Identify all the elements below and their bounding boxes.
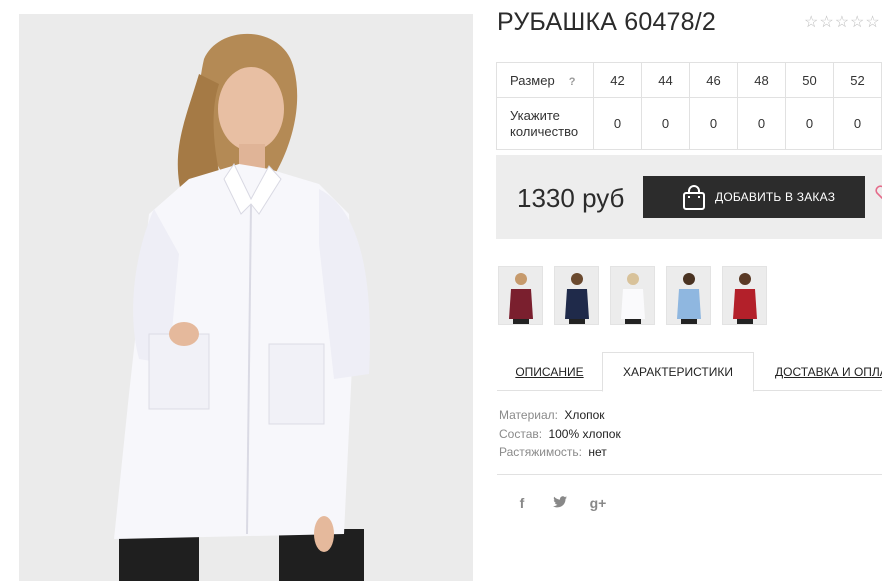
quantity-input[interactable]: 0 (593, 97, 642, 150)
quantity-input[interactable]: 0 (689, 97, 738, 150)
add-to-order-label: ДОБАВИТЬ В ЗАКАЗ (715, 190, 836, 204)
twitter-icon[interactable] (550, 495, 570, 511)
tab-delivery[interactable]: ДОСТАВКА И ОПЛАТА (754, 352, 882, 391)
price-box: 1330 руб ДОБАВИТЬ В ЗАКАЗ (496, 155, 882, 239)
color-thumbnails (498, 266, 767, 325)
spec-value: нет (588, 445, 607, 459)
quantity-input[interactable]: 0 (785, 97, 834, 150)
divider (497, 474, 882, 475)
size-cell: 44 (641, 62, 690, 98)
spec-value: Хлопок (564, 408, 605, 422)
rating-stars[interactable]: ☆ ☆ ☆ ☆ ☆ (804, 14, 880, 31)
thumbnail-burgundy[interactable] (498, 266, 543, 325)
spec-key: Растяжимость: (499, 445, 583, 459)
star-icon[interactable]: ☆ (835, 14, 849, 31)
thumbnail-white[interactable] (610, 266, 655, 325)
tab-characteristics[interactable]: ХАРАКТЕРИСТИКИ (602, 352, 754, 392)
social-share: f g+ (512, 495, 608, 511)
spec-row: Состав: 100% хлопок (499, 425, 621, 444)
spec-key: Материал: (499, 408, 558, 422)
facebook-icon[interactable]: f (512, 495, 532, 511)
quantity-label: Укажите количество (496, 97, 594, 150)
size-cell: 52 (833, 62, 882, 98)
heart-icon[interactable] (874, 183, 882, 203)
product-title: РУБАШКА 60478/2 (497, 8, 717, 36)
size-cell: 50 (785, 62, 834, 98)
size-cell: 42 (593, 62, 642, 98)
spec-key: Состав: (499, 426, 543, 441)
characteristics-list: Материал: Хлопок Состав: 100% хлопок Рас… (499, 406, 621, 462)
quantity-input[interactable]: 0 (641, 97, 690, 150)
price: 1330 руб (517, 183, 625, 213)
size-cell: 46 (689, 62, 738, 98)
star-icon[interactable]: ☆ (819, 14, 833, 31)
spec-value: 100% хлопок (548, 426, 621, 441)
star-icon[interactable]: ☆ (804, 14, 818, 31)
quantity-input[interactable]: 0 (833, 97, 882, 150)
spec-row: Растяжимость: нет (499, 443, 621, 462)
size-label: Размер (510, 72, 555, 88)
star-icon[interactable]: ☆ (865, 14, 879, 31)
quantity-input[interactable]: 0 (737, 97, 786, 150)
thumbnail-light-blue[interactable] (666, 266, 711, 325)
google-plus-icon[interactable]: g+ (588, 495, 608, 511)
star-icon[interactable]: ☆ (850, 14, 864, 31)
size-help-icon[interactable]: ? (569, 76, 576, 88)
tab-description[interactable]: ОПИСАНИЕ (497, 352, 602, 391)
thumbnail-red[interactable] (722, 266, 767, 325)
spec-row: Материал: Хлопок (499, 406, 621, 425)
size-label-cell: Размер? (496, 62, 594, 98)
product-main-image[interactable] (19, 14, 473, 581)
shopping-bag-icon (683, 185, 705, 210)
size-table: Размер? 42 44 46 48 50 52 Укажите количе… (496, 62, 882, 150)
add-to-order-button[interactable]: ДОБАВИТЬ В ЗАКАЗ (643, 176, 865, 218)
size-cell: 48 (737, 62, 786, 98)
thumbnail-navy[interactable] (554, 266, 599, 325)
